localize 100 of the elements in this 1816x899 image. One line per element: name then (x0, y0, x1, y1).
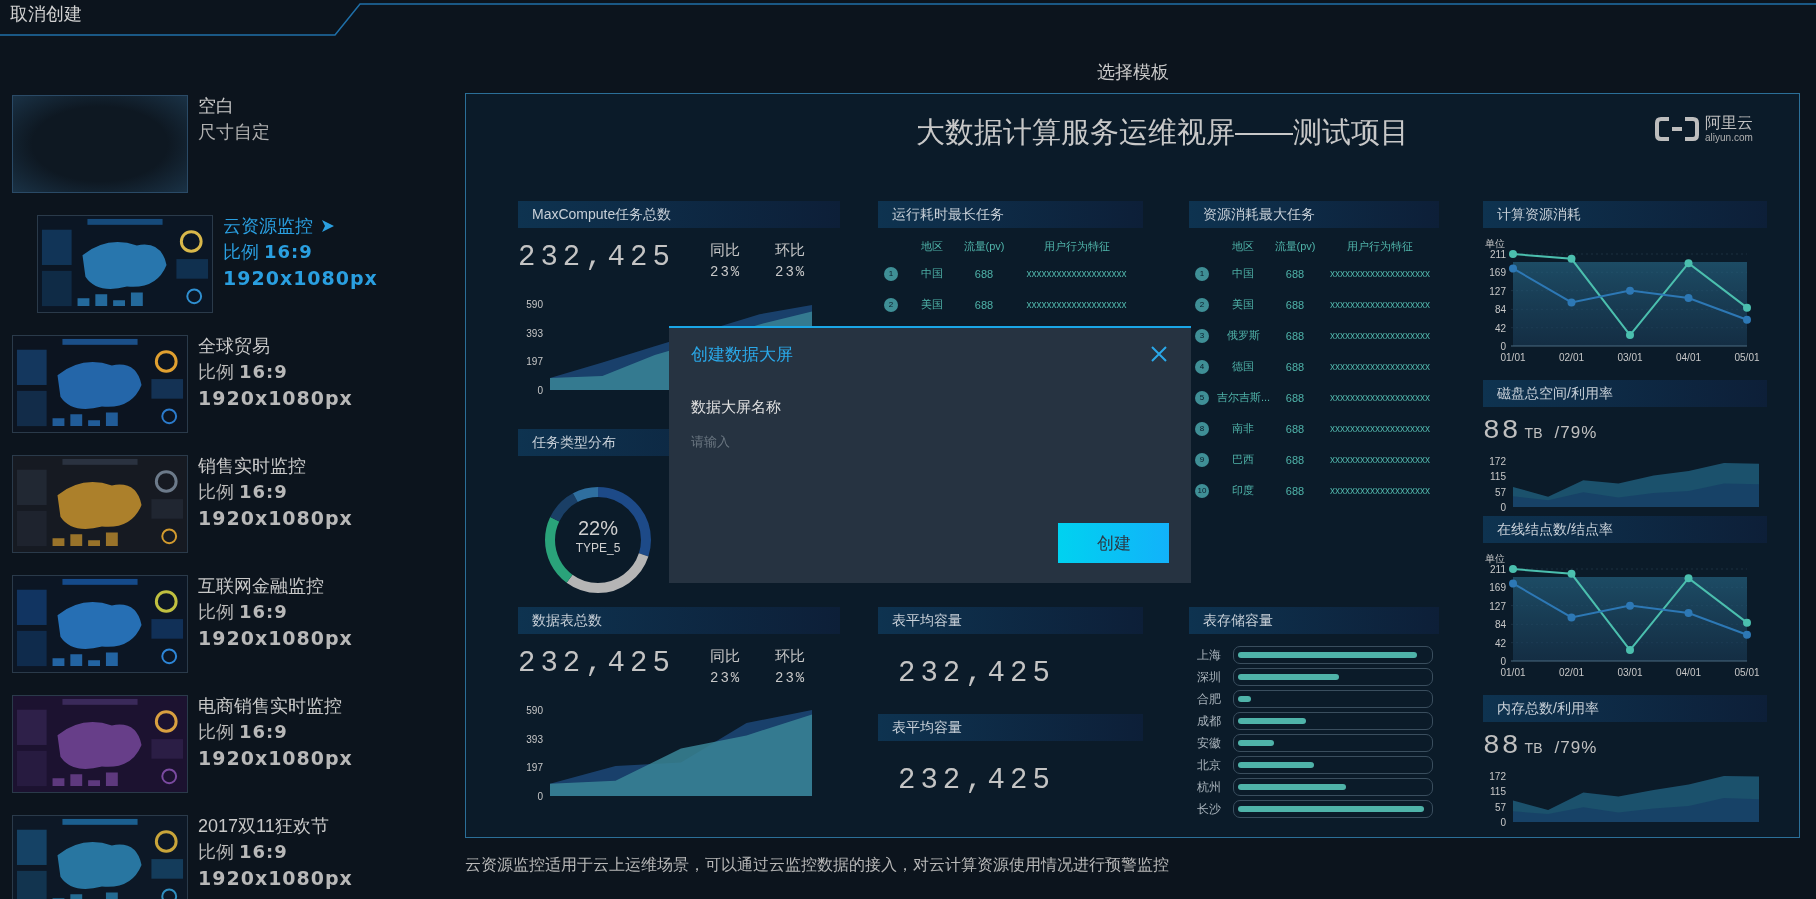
tick-label: 197 (526, 356, 543, 368)
column-header: 流量(pv) (1273, 238, 1317, 254)
tick-label: 05/01 (1734, 667, 1760, 678)
table-cell-text: 688 (1284, 422, 1306, 435)
stat-value: 232,425 (898, 656, 1056, 692)
city-label: 合肥 (1197, 690, 1222, 708)
stat-value: 232,425 (518, 646, 676, 682)
table-cell-text: 中国 (1231, 266, 1255, 281)
table-cell-text: 俄罗斯 (1225, 328, 1261, 343)
table-cell-text: 美国 (920, 297, 944, 312)
usage-ratio: /79% (1554, 738, 1598, 758)
aspect-ratio: 比例 16:9 (198, 361, 289, 383)
stat-value: 88 (1483, 730, 1521, 761)
tick-label: 01/01 (1500, 667, 1526, 678)
panel-header: 计算资源消耗 (1483, 201, 1767, 228)
table-cell-text: 688 (1284, 267, 1306, 280)
section-heading: 选择模板 (1095, 61, 1170, 84)
tick-label: 169 (1489, 267, 1506, 279)
panel-header: 内存总数/利用率 (1483, 695, 1767, 722)
dialog-title: 创建数据大屏 (691, 343, 793, 366)
aspect-ratio: 比例 16:9 (198, 721, 289, 743)
rank-badge: 4 (1195, 359, 1209, 374)
tick-label: 0 (1500, 656, 1506, 667)
resolution-label: 1920x1080px (198, 747, 353, 769)
tick-label: 393 (526, 733, 543, 745)
field-label: 数据大屏名称 (691, 398, 782, 417)
rank-badge: 1 (1195, 266, 1209, 281)
aspect-ratio: 比例 16:9 (198, 481, 289, 503)
compare-value: 23% (775, 263, 808, 282)
donut-value: 22% (578, 516, 618, 540)
tick-label: 03/01 (1617, 667, 1643, 678)
panel-header: 表平均容量 (878, 607, 1143, 634)
rank-badge: 5 (1195, 390, 1209, 405)
tick-label: 0 (1500, 341, 1506, 352)
tick-label: 127 (1489, 285, 1506, 297)
panel-header: 表平均容量 (878, 714, 1143, 741)
table-cell-text: xxxxxxxxxxxxxxxxxxxx (1329, 330, 1431, 341)
rank-badge: 8 (1195, 421, 1209, 436)
panel-header: 表存储容量 (1189, 607, 1439, 634)
tick-label: 57 (1494, 801, 1506, 813)
city-label: 安徽 (1197, 734, 1222, 752)
tick-label: 172 (1489, 456, 1506, 467)
dashboard-title: 大数据计算服务运维视屏——测试项目 (916, 115, 1409, 150)
panel-header: 磁盘总空间/利用率 (1483, 380, 1767, 407)
aspect-ratio: 比例 16:9 (198, 841, 289, 863)
table-cell-text: 美国 (1231, 297, 1255, 312)
tick-label: 05/01 (1734, 352, 1760, 363)
tick-label: 211 (1490, 564, 1506, 575)
tick-label: 115 (1490, 471, 1506, 483)
panel-header: 在线结点数/结点率 (1483, 516, 1767, 543)
tick-label: 197 (526, 762, 543, 774)
city-label: 上海 (1197, 646, 1222, 664)
table-cell: 吉尔吉斯... (1217, 390, 1269, 405)
resolution-label: 1920x1080px (223, 267, 378, 289)
table-cell-text: xxxxxxxxxxxxxxxxxxxx (1329, 423, 1431, 434)
tick-label: 172 (1489, 771, 1506, 782)
table-cell-text: xxxxxxxxxxxxxxxxxxxx (1329, 485, 1431, 496)
tick-label: 42 (1494, 637, 1506, 649)
resolution-label: 1920x1080px (198, 627, 353, 649)
table-cell-text: 巴西 (1231, 452, 1255, 467)
rank-badge: 10 (1195, 483, 1209, 498)
tick-label: 04/01 (1676, 667, 1701, 678)
tick-label: 42 (1494, 322, 1506, 334)
compare-value: 23% (775, 669, 808, 688)
rank-badge: 3 (1195, 328, 1209, 343)
donut-label: TYPE_5 (575, 540, 621, 556)
tick-label: 590 (526, 299, 543, 310)
table-cell-text: 688 (1284, 329, 1306, 342)
column-header: 地区 (1231, 238, 1255, 254)
tick-label: 84 (1494, 304, 1506, 316)
column-header: 用户行为特征 (1042, 238, 1111, 254)
tick-label: 0 (537, 791, 543, 802)
unit-label: TB (1524, 740, 1543, 756)
table-cell-text: xxxxxxxxxxxxxxxxxxxx (1329, 454, 1431, 465)
table-cell-text: xxxxxxxxxxxxxxxxxxxx (1329, 268, 1431, 279)
tick-label: 84 (1494, 619, 1506, 631)
panel-header: MaxCompute任务总数 (518, 201, 840, 228)
rank-badge: 2 (1195, 297, 1209, 312)
tick-label: 115 (1490, 786, 1506, 798)
resolution-label: 1920x1080px (198, 867, 353, 889)
table-cell-text: 688 (1284, 298, 1306, 311)
aspect-ratio: 比例 16:9 (198, 601, 289, 623)
stat-value: 232,425 (518, 240, 676, 276)
rank-badge: 2 (884, 297, 898, 312)
unit-label: TB (1524, 425, 1543, 441)
compare-label: 同比 (710, 240, 741, 260)
tick-label: 02/01 (1559, 352, 1584, 363)
tick-label: 0 (1500, 502, 1506, 513)
tick-label: 03/01 (1617, 352, 1643, 363)
tick-label: 01/01 (1500, 352, 1526, 363)
city-label: 深圳 (1197, 668, 1222, 686)
compare-value: 23% (710, 263, 743, 282)
compare-value: 23% (710, 669, 743, 688)
tick-label: 393 (526, 327, 543, 339)
column-header: 流量(pv) (962, 238, 1006, 254)
city-label: 杭州 (1197, 778, 1222, 796)
compare-label: 环比 (775, 240, 806, 260)
stat-value: 232,425 (898, 763, 1056, 799)
city-label: 北京 (1197, 756, 1222, 774)
template-subtitle: 尺寸自定 (198, 121, 270, 143)
